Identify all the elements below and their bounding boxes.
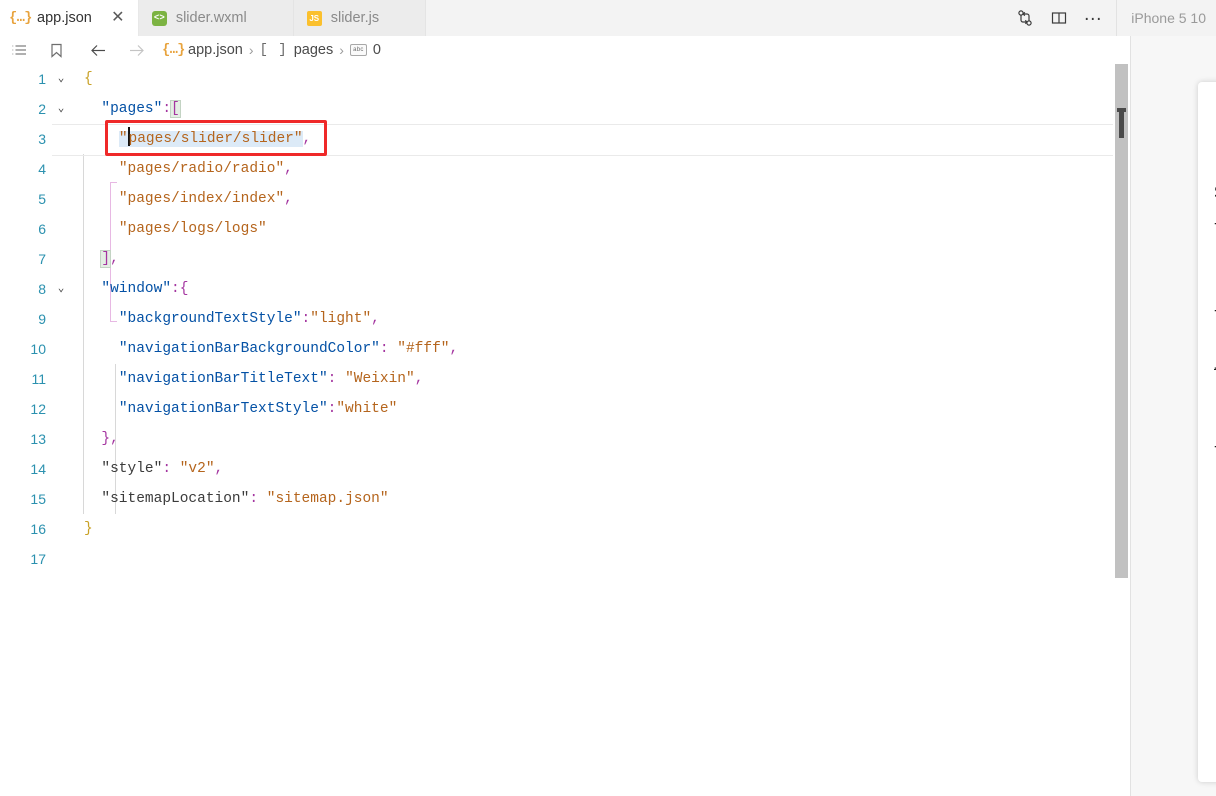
tab-slider-wxml[interactable]: <> slider.wxml ✕ [138,0,294,36]
forward-arrow-icon[interactable] [121,36,151,64]
line-number: 14 [30,461,46,477]
breadcrumb-label: 0 [372,42,381,58]
array-type-icon: [ ] [259,42,288,58]
breadcrumb-item-pages[interactable]: [ ] pages [260,42,334,58]
json-file-icon: {…} [9,10,32,26]
compare-changes-icon[interactable] [1008,0,1042,36]
string-type-icon: abc [349,44,367,56]
code-content[interactable]: 1 ⌄ { 2 ⌄ "pages":[ 3 "pages/slider/slid… [0,64,1130,574]
phone-preview[interactable]: slider 设置 设置 显示 设置 [1198,82,1216,782]
line-number: 1 [38,71,46,87]
fold-toggle-icon[interactable]: ⌄ [52,64,70,94]
outline-list-icon[interactable] [4,36,34,64]
line-number: 11 [31,371,46,387]
fold-toggle-icon[interactable]: ⌄ [52,94,70,124]
code-line[interactable]: 16 } [0,514,1130,544]
code-text: "navigationBarTitleText": "Weixin", [118,371,424,387]
fold-toggle-icon[interactable]: ⌄ [52,274,70,304]
js-file-icon: JS [306,10,323,27]
tab-slider-js[interactable]: JS slider.js ✕ [293,0,427,36]
line-number: 17 [30,551,46,567]
code-text: "pages/slider/slider", [84,124,1130,154]
code-text: }, [101,431,119,447]
code-text: "pages":[ [101,100,181,118]
code-text: "pages/logs/logs" [118,221,267,237]
editor-tab-bar: {…} app.json ✕ <> slider.wxml ✕ JS slide… [0,0,1216,36]
code-line[interactable]: 17 [0,544,1130,574]
wxml-file-icon: <> [151,10,168,27]
line-number: 4 [38,161,46,177]
code-text: "navigationBarBackgroundColor": "#fff", [118,341,459,357]
breadcrumb-label: app.json [188,42,243,58]
code-text: "pages/radio/radio", [118,161,293,177]
code-line[interactable]: 6 "pages/logs/logs" [0,214,1130,244]
tab-app-json[interactable]: {…} app.json ✕ [0,0,139,36]
code-text: "navigationBarTextStyle":"white" [118,401,398,417]
json-file-icon: {…} [162,42,185,58]
more-actions-icon[interactable]: … [1076,0,1110,36]
line-number: 16 [30,521,46,537]
code-line[interactable]: 1 ⌄ { [0,64,1130,94]
line-number: 8 [38,281,46,297]
line-number: 6 [38,221,46,237]
code-editor[interactable]: 1 ⌄ { 2 ⌄ "pages":[ 3 "pages/slider/slid… [0,64,1130,796]
editor-vertical-scrollbar[interactable] [1113,64,1130,796]
simulator-device-label: iPhone 5 10 [1116,0,1216,36]
line-number: 2 [38,101,46,117]
back-arrow-icon[interactable] [83,36,113,64]
split-editor-icon[interactable] [1042,0,1076,36]
code-line[interactable]: 9 "backgroundTextStyle":"light", [0,304,1130,334]
line-number: 15 [30,491,46,507]
code-line[interactable]: 2 ⌄ "pages":[ [0,94,1130,124]
code-line[interactable]: 7 ], [0,244,1130,274]
code-line-selected[interactable]: 3 "pages/slider/slider", [0,124,1130,156]
scrollbar-thumb[interactable] [1115,64,1128,578]
line-number: 9 [38,311,46,327]
line-number: 5 [38,191,46,207]
bookmark-icon[interactable] [41,36,71,64]
breadcrumb-separator: › [248,42,254,58]
line-number: 12 [30,401,46,417]
line-number: 7 [38,251,46,267]
code-line[interactable]: 5 "pages/index/index", [0,184,1130,214]
code-text: ], [100,250,119,268]
code-text: "pages/index/index", [118,191,293,207]
code-text: "sitemapLocation": "sitemap.json" [101,491,389,507]
code-text: } [84,521,93,537]
code-line[interactable]: 14 "style": "v2", [0,454,1130,484]
code-line[interactable]: 12 "navigationBarTextStyle":"white" [0,394,1130,424]
tab-label: slider.wxml [175,9,247,26]
code-text: "backgroundTextStyle":"light", [118,311,380,327]
code-line[interactable]: 8 ⌄ "window":{ [0,274,1130,304]
tab-bar-spacer [426,0,1003,36]
line-number: 13 [30,431,46,447]
code-text: "window":{ [101,281,189,297]
code-line[interactable]: 13 }, [0,424,1130,454]
scrollbar-cursor-marker [1119,112,1124,138]
phone-page-content: slider 设置 设置 显示 设置 [1198,82,1216,508]
line-number: 10 [30,341,46,357]
tab-label: slider.js [330,9,380,26]
breadcrumb-separator: › [339,42,344,58]
code-text: { [84,71,93,87]
editor-actions: … [1002,0,1117,36]
code-line[interactable]: 10 "navigationBarBackgroundColor": "#fff… [0,334,1130,364]
breadcrumb-item-file[interactable]: {…} app.json [162,42,243,59]
breadcrumb-label: pages [293,42,334,58]
breadcrumb: {…} app.json › [ ] pages › abc 0 [0,36,1130,64]
code-text: "style": "v2", [101,461,224,477]
simulator-panel: slider 设置 设置 显示 设置 [1130,36,1216,796]
breadcrumb-item-index[interactable]: abc 0 [349,42,381,58]
line-number: 3 [38,131,46,147]
tab-label: app.json [37,9,92,26]
code-line[interactable]: 4 "pages/radio/radio", [0,154,1130,184]
tab-close-button[interactable]: ✕ [110,10,126,26]
code-line[interactable]: 11 "navigationBarTitleText": "Weixin", [0,364,1130,394]
code-line[interactable]: 15 "sitemapLocation": "sitemap.json" [0,484,1130,514]
vscode-window: {…} app.json ✕ <> slider.wxml ✕ JS slide… [0,0,1216,796]
